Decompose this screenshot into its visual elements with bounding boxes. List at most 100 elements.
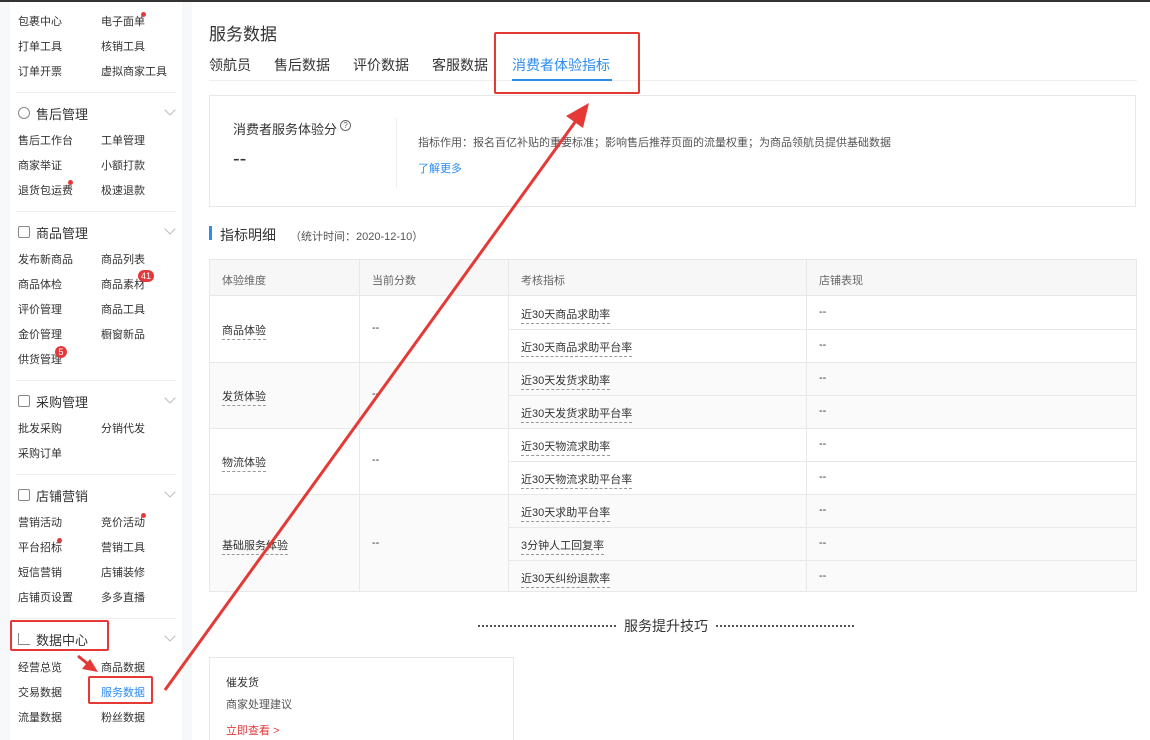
sidebar-section-purchase[interactable]: 采购管理 [18,391,178,411]
sidebar-item-small-payment[interactable]: 小额打款 [101,159,145,173]
sidebar-item-overview[interactable]: 经营总览 [18,661,62,675]
sidebar-divider [16,211,176,212]
shield-icon [18,107,30,119]
tips-header: 服务提升技巧 [478,615,878,637]
sidebar-item-evidence[interactable]: 商家举证 [18,159,62,173]
view-now-link[interactable]: 立即查看 > [226,722,279,738]
column-header: 店铺表现 [819,275,863,287]
metric-name[interactable]: 近30天求助平台率 [521,504,611,522]
tip-card-title: 催发货 [226,677,259,689]
chevron-down-icon[interactable] [164,223,176,235]
sidebar-item-goods-tools[interactable]: 商品工具 [101,303,145,317]
tab-customer-service[interactable]: 客服数据 [432,55,488,75]
sidebar-item-platform-tender[interactable]: 平台招标 [18,541,62,555]
store-icon [18,489,30,501]
page-title: 服务数据 [209,25,277,44]
highlight-box-tab [494,32,640,94]
score-label: 消费者服务体验分 [233,122,338,137]
metric-name[interactable]: 近30天物流求助平台率 [521,471,633,489]
sidebar-item-goods-data[interactable]: 商品数据 [101,661,145,675]
metric-name[interactable]: 3分钟人工回复率 [521,537,605,555]
row-divider [210,428,1136,429]
sidebar-item-goods-check[interactable]: 商品体检 [18,278,62,292]
sidebar-item-virtual-merchant[interactable]: 虚拟商家工具 [101,65,167,79]
row-divider [210,362,1136,363]
book-icon [18,395,30,407]
section-title: 售后管理 [36,106,89,122]
sidebar-item-wholesale[interactable]: 批发采购 [18,422,62,436]
sidebar-item-goods-material[interactable]: 商品素材 [101,278,145,292]
dimension-shipping: 发货体验 [222,388,266,406]
notification-dot [141,513,146,518]
metric-name[interactable]: 近30天物流求助率 [521,438,611,456]
sidebar-item-campaigns[interactable]: 营销活动 [18,516,62,530]
dimension-score: -- [372,388,380,400]
chevron-down-icon[interactable] [164,486,176,498]
chevron-down-icon[interactable] [164,630,176,642]
metric-value: -- [819,537,827,549]
tips-title: 服务提升技巧 [624,618,708,634]
sidebar-item-return-shipping[interactable]: 退货包运费 [18,184,73,198]
metric-name[interactable]: 近30天发货求助平台率 [521,405,633,423]
sidebar-item-sms[interactable]: 短信营销 [18,566,62,580]
sidebar-item-print-tool[interactable]: 打单工具 [18,40,62,54]
sidebar-item-package-center[interactable]: 包裹中心 [18,15,62,29]
sidebar-item-fast-refund[interactable]: 极速退款 [101,184,145,198]
sidebar-item-invoice[interactable]: 订单开票 [18,65,62,79]
sidebar-item-traffic-data[interactable]: 流量数据 [18,711,62,725]
tab-bar: 领航员 售后数据 评价数据 客服数据 消费者体验指标 [209,55,1137,81]
column-header: 当前分数 [372,275,416,287]
sidebar-item-review-manage[interactable]: 评价管理 [18,303,62,317]
sidebar-item-bidding[interactable]: 竞价活动 [101,516,145,530]
supply-count-badge: 5 [55,346,67,358]
dimension-goods: 商品体验 [222,322,266,340]
chevron-down-icon[interactable] [164,104,176,116]
sidebar-item-dropship[interactable]: 分销代发 [101,422,145,436]
metrics-table: 体验维度 当前分数 考核指标 店铺表现 商品体验 -- 近30天商品求助率 --… [209,259,1137,592]
sidebar-divider [16,474,176,475]
sidebar-item-store-settings[interactable]: 店铺页设置 [18,591,73,605]
tab-navigator[interactable]: 领航员 [209,55,251,75]
score-value: -- [233,148,247,170]
dotted-line [478,625,616,627]
row-divider [508,527,1136,528]
dimension-basic-service: 基础服务体验 [222,537,288,555]
metric-name[interactable]: 近30天纠纷退款率 [521,570,611,588]
sidebar-section-goods[interactable]: 商品管理 [18,222,178,242]
box-icon [18,226,30,238]
metric-name[interactable]: 近30天商品求助率 [521,306,611,324]
material-count-badge: 41 [138,270,155,282]
sidebar-item-purchase-orders[interactable]: 采购订单 [18,447,62,461]
sidebar-item-e-waybill[interactable]: 电子面单 [101,15,145,29]
sidebar-section-after-sales[interactable]: 售后管理 [18,103,178,123]
dimension-score: -- [372,322,380,334]
sidebar-item-live[interactable]: 多多直播 [101,591,145,605]
metric-name[interactable]: 近30天商品求助平台率 [521,339,633,357]
sidebar-item-trade-data[interactable]: 交易数据 [18,686,62,700]
sidebar-item-after-sales-desk[interactable]: 售后工作台 [18,134,73,148]
column-header: 考核指标 [521,275,565,287]
sidebar-item-gold-price[interactable]: 金价管理 [18,328,62,342]
sidebar-item-decoration[interactable]: 店铺装修 [101,566,145,580]
notification-dot [68,180,73,185]
help-icon[interactable]: ? [340,120,351,131]
sidebar-item-fans-data[interactable]: 粉丝数据 [101,711,145,725]
sidebar-item-marketing-tools[interactable]: 营销工具 [101,541,145,555]
metric-value: -- [819,504,827,516]
notification-dot [57,538,62,543]
tab-after-sales[interactable]: 售后数据 [274,55,330,75]
sidebar-item-verify-tool[interactable]: 核销工具 [101,40,145,54]
score-card: 消费者服务体验分 ? -- 指标作用：报名百亿补贴的重要标准；影响售后推荐页面的… [209,95,1136,207]
tab-review[interactable]: 评价数据 [353,55,409,75]
row-divider [508,560,1136,561]
metric-name[interactable]: 近30天发货求助率 [521,372,611,390]
chevron-down-icon[interactable] [164,392,176,404]
sidebar-item-goods-list[interactable]: 商品列表 [101,253,145,267]
sidebar-item-ticket[interactable]: 工单管理 [101,134,145,148]
sidebar-item-showcase-new[interactable]: 橱窗新品 [101,328,145,342]
section-title: 商品管理 [36,225,89,241]
sidebar-item-new-goods[interactable]: 发布新商品 [18,253,73,267]
sidebar-section-marketing[interactable]: 店铺营销 [18,485,178,505]
learn-more-link[interactable]: 了解更多 [418,160,462,176]
score-description: 指标作用：报名百亿补贴的重要标准；影响售后推荐页面的流量权重；为商品领航员提供基… [418,137,891,149]
